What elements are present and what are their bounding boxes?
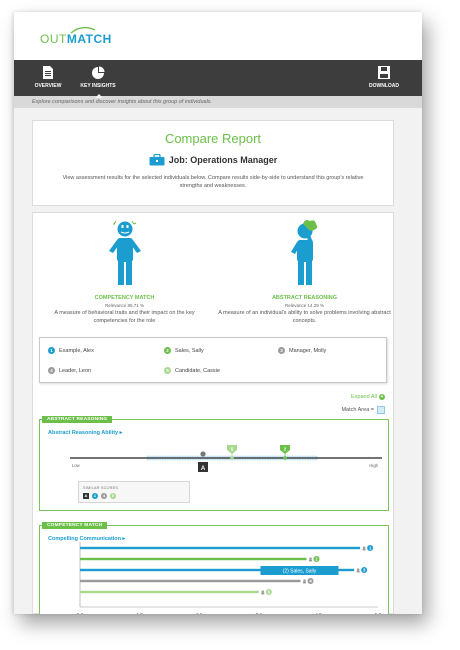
nav-download-label: DOWNLOAD — [369, 83, 399, 89]
similar-chip-4[interactable]: 4 — [101, 493, 107, 499]
competency-match-section: COMPETENCY MATCH Compelling Communicatio… — [39, 522, 389, 614]
candidate-badge: 3 — [278, 347, 285, 354]
nav-key-insights-label: KEY INSIGHTS — [80, 83, 116, 89]
candidate-5-point — [230, 456, 234, 460]
abstract-scale: 5 2 A Low High — [70, 445, 382, 472]
person-figure-icon — [108, 220, 141, 285]
report-description: View assessment results for the selected… — [62, 175, 364, 189]
abstract-reasoning-description: A measure of an individual's ability to … — [218, 310, 391, 324]
candidate-name: Sales, Sally — [175, 347, 204, 354]
brand-bar: OUTMATCH — [14, 12, 422, 60]
candidate-name: Example, Alex — [59, 347, 94, 354]
competency-match-name: COMPETENCY MATCH — [94, 295, 155, 301]
person-icon — [309, 557, 312, 560]
match-area-label: Match Area = — [341, 407, 374, 413]
hover-tooltip-label: (2) Sales, Sally — [283, 568, 317, 574]
briefcase-icon — [149, 154, 165, 166]
group-marker-icon — [200, 451, 206, 457]
candidate-badge: 5 — [164, 367, 171, 374]
competency-match-description: A measure of behavioral traits and their… — [54, 310, 195, 324]
abstract-reasoning-name: ABSTRACT REASONING — [271, 295, 338, 301]
floppy-disk-icon — [378, 66, 390, 79]
expand-all-label: Expand All — [351, 394, 377, 400]
scale-high-label: High — [369, 463, 378, 468]
match-area-swatch — [377, 406, 385, 414]
nav-key-insights[interactable]: KEY INSIGHTS — [78, 65, 118, 98]
candidate-badge: 4 — [48, 367, 55, 374]
abstract-reasoning-relevance: Relevance 14.29 % — [284, 303, 325, 308]
person-icon — [303, 579, 306, 582]
page-title: Compare Report — [164, 131, 262, 146]
plus-circle-icon: + — [379, 394, 385, 400]
person-icon-body — [303, 581, 307, 584]
similar-chip-a[interactable]: A — [83, 493, 89, 499]
similar-scores-label: SIMILAR SCORES — [83, 486, 119, 490]
top-navigation: OVERVIEW KEY INSIGHTS DOWNLOAD — [14, 60, 422, 98]
candidate-badge: 2 — [164, 347, 171, 354]
similar-chip-5[interactable]: 5 — [110, 493, 116, 499]
candidate-legend: 1 Example, Alex 2 Sales, Sally 3 Manager… — [39, 337, 387, 383]
report-window: OUTMATCH OVERVIEW KEY INSIGHTS DOWNLOAD … — [14, 12, 422, 614]
bar-candidate-5[interactable] — [80, 590, 259, 594]
person-icon — [261, 590, 264, 593]
pie-chart-icon — [92, 66, 105, 79]
bar-candidate-1[interactable] — [80, 546, 361, 550]
person-icon — [362, 546, 366, 549]
person-icon-body — [308, 559, 312, 562]
person-icon-body — [362, 548, 366, 551]
x-tick-label: 0.0 — [77, 612, 84, 614]
x-tick-label: 5.0 — [375, 612, 382, 614]
job-title: Job: Operations Manager — [168, 155, 278, 165]
similar-scores-box: SIMILAR SCORES A 1 4 5 — [78, 481, 190, 503]
abstract-reasoning-summary: ABSTRACT REASONING Relevance 14.29 % A m… — [217, 219, 392, 325]
insights-panel: COMPETENCY MATCH Relevance 85.71 % A mea… — [32, 212, 394, 614]
person-icon — [356, 568, 360, 571]
job-heading: Job: Operations Manager — [33, 154, 393, 166]
similar-chip-1[interactable]: 1 — [92, 493, 98, 499]
bar-candidate-4[interactable] — [80, 579, 301, 583]
competency-match-summary: COMPETENCY MATCH Relevance 85.71 % A mea… — [37, 219, 212, 325]
candidate-badge: 1 — [48, 347, 55, 354]
candidate-name: Manager, Molly — [289, 347, 327, 354]
page-subtitle: Explore comparisons and discover insight… — [14, 96, 422, 108]
legend-item-candidate-5[interactable]: 5 Candidate, Cassie — [164, 367, 220, 374]
candidate-name: Candidate, Cassie — [175, 367, 220, 374]
outmatch-logo[interactable]: OUTMATCH — [40, 32, 112, 46]
scale-low-label: Low — [72, 463, 81, 468]
legend-item-candidate-3[interactable]: 3 Manager, Molly — [278, 347, 326, 354]
x-tick-label: 4.0 — [315, 612, 322, 614]
report-summary-panel: Compare Report Job: Operations Manager V… — [32, 120, 394, 206]
expand-all-button[interactable]: Expand All + — [351, 394, 385, 400]
abstract-reasoning-section: ABSTRACT REASONING Abstract Reasoning Ab… — [39, 416, 389, 511]
x-tick-label: 2.0 — [196, 612, 203, 614]
thinking-person-icon — [290, 220, 317, 285]
logo-text-match: MATCH — [66, 32, 112, 46]
competency-match-relevance: Relevance 85.71 % — [104, 303, 145, 308]
x-tick-label: 1.0 — [136, 612, 143, 614]
nav-overview-label: OVERVIEW — [34, 83, 62, 89]
bar-candidate-2[interactable] — [80, 557, 307, 561]
legend-item-candidate-2[interactable]: 2 Sales, Sally — [164, 347, 204, 354]
competency-bar-chart: 123450.0 1.0 2.0 3.0 4.0 5.0(2) Sales, Sally — [77, 542, 382, 614]
nav-overview[interactable]: OVERVIEW — [28, 65, 68, 89]
candidate-name: Leader, Leon — [59, 367, 92, 374]
nav-download[interactable]: DOWNLOAD — [364, 65, 404, 89]
candidate-2-point — [283, 456, 287, 460]
person-icon-body — [261, 592, 265, 595]
match-area-key: Match Area = — [341, 406, 385, 414]
x-tick-label: 3.0 — [256, 612, 263, 614]
document-icon — [43, 66, 53, 79]
logo-text-out: OUT — [40, 32, 67, 46]
legend-item-candidate-1[interactable]: 1 Example, Alex — [48, 347, 94, 354]
legend-item-candidate-4[interactable]: 4 Leader, Leon — [48, 367, 91, 374]
person-icon-body — [356, 570, 360, 573]
marker-a-label: A — [201, 466, 206, 472]
